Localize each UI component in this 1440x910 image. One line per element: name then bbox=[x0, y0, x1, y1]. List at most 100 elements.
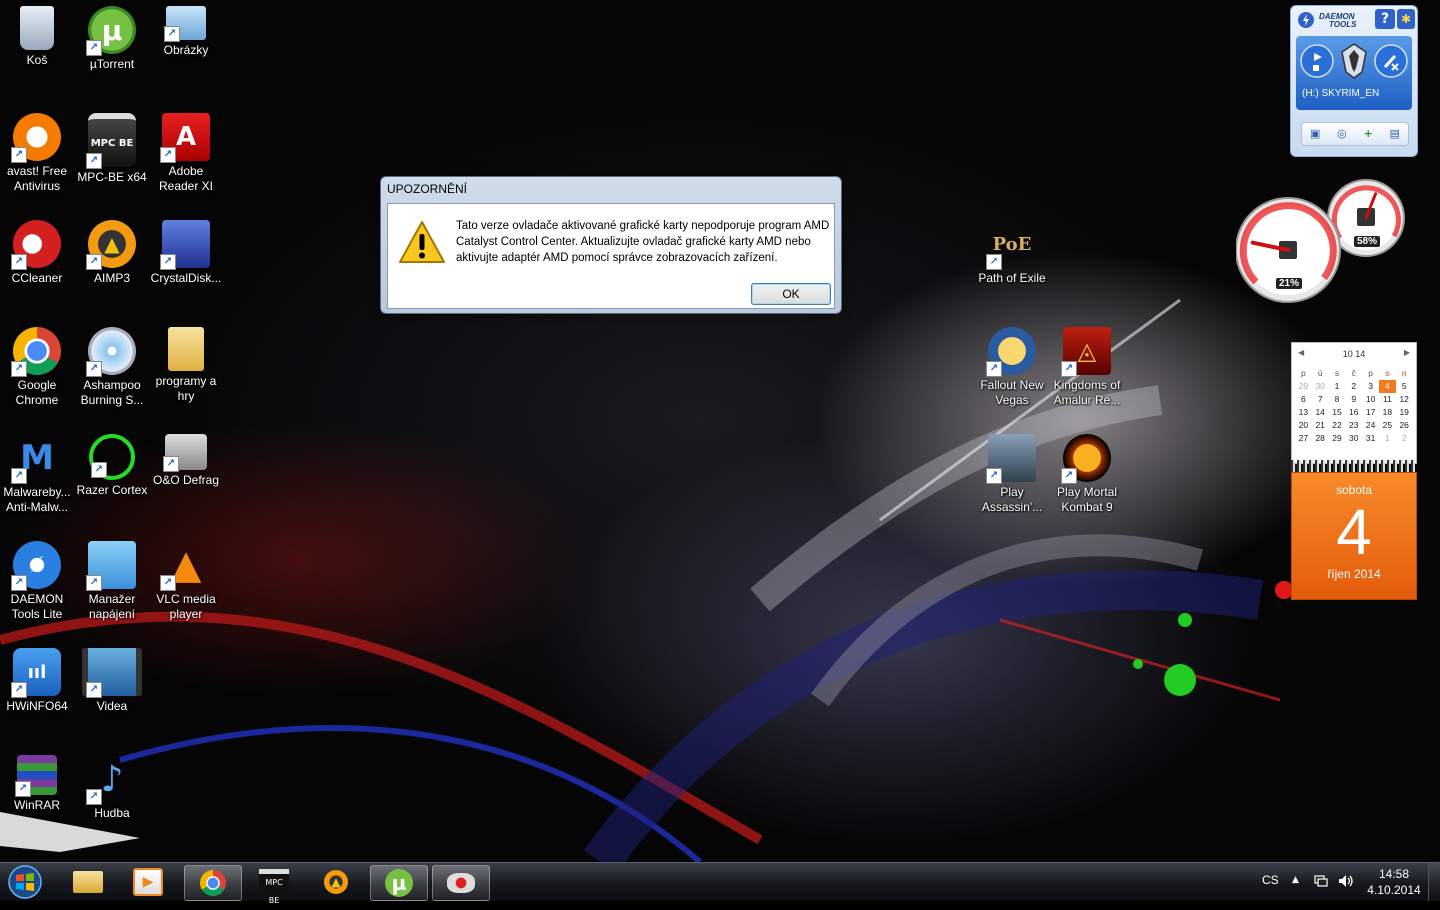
taskbar-clock[interactable]: 14:58 4.10.2014 bbox=[1366, 866, 1422, 898]
desktop-icon-hudba[interactable]: ♪ ↗ Hudba bbox=[75, 755, 149, 821]
calendar-day[interactable]: 18 bbox=[1379, 406, 1396, 419]
calendar-day[interactable]: 28 bbox=[1312, 432, 1329, 445]
add-drive-icon[interactable]: + bbox=[1361, 127, 1375, 141]
calendar-day[interactable]: 1 bbox=[1329, 380, 1346, 393]
desktop-icon-programy-a-hry[interactable]: programy a hry bbox=[149, 327, 223, 404]
start-button-windows-icon[interactable] bbox=[2, 864, 48, 900]
shortcut-arrow-icon: ↗ bbox=[91, 462, 107, 478]
desktop-icon-assassins-creed[interactable]: ↗ Play Assassin'... bbox=[975, 434, 1049, 515]
taskbar-aimp3[interactable]: ▲ bbox=[308, 865, 364, 899]
taskbar-explorer[interactable] bbox=[60, 865, 116, 899]
show-desktop-button[interactable] bbox=[1428, 863, 1440, 901]
calendar-day[interactable]: 22 bbox=[1329, 419, 1346, 432]
next-month-icon[interactable]: ▶ bbox=[1404, 348, 1410, 357]
calendar-day[interactable]: 29 bbox=[1329, 432, 1346, 445]
show-hidden-icons-arrow[interactable]: ▲ bbox=[1292, 875, 1299, 885]
calendar-day[interactable]: 16 bbox=[1345, 406, 1362, 419]
calendar-day[interactable]: 17 bbox=[1362, 406, 1379, 419]
play-eject-icon[interactable] bbox=[1300, 44, 1334, 78]
calendar-day[interactable]: 3 bbox=[1362, 380, 1379, 393]
desktop-icon-obrazky[interactable]: ↗ Obrázky bbox=[149, 6, 223, 58]
shortcut-arrow-icon: ↗ bbox=[11, 254, 27, 270]
calendar-day[interactable]: 15 bbox=[1329, 406, 1346, 419]
icon-label: Path of Exile bbox=[978, 271, 1046, 285]
calendar-day[interactable]: 26 bbox=[1396, 419, 1413, 432]
desktop-icon-adobe-reader[interactable]: A ↗ Adobe Reader XI bbox=[149, 113, 223, 194]
shortcut-arrow-icon: ↗ bbox=[160, 254, 176, 270]
calendar-day[interactable]: 20 bbox=[1295, 419, 1312, 432]
calendar-day[interactable]: 25 bbox=[1379, 419, 1396, 432]
ok-button[interactable]: OK bbox=[751, 283, 831, 305]
calendar-day[interactable]: 1 bbox=[1379, 432, 1396, 445]
desktop-icon-kingdoms-of-amalur[interactable]: ◬ ↗ Kingdoms of Amalur Re... bbox=[1050, 327, 1124, 408]
desktop-icon-oo-defrag[interactable]: ↗ O&O Defrag bbox=[149, 434, 223, 488]
shortcut-arrow-icon: ↗ bbox=[164, 26, 180, 42]
desktop-icon-mortal-kombat-9[interactable]: ↗ Play Mortal Kombat 9 bbox=[1050, 434, 1124, 515]
desktop-icon-recycle-bin[interactable]: Koš bbox=[0, 6, 74, 68]
desktop-icon-daemon-tools[interactable]: ⚡ ↗ DAEMON Tools Lite bbox=[0, 541, 74, 622]
calendar-gadget: ◀ 10 14 ▶ p ú s č p s n 29 30 1 2 3 4 5 6 7 8 9 10 11 12 13 14… bbox=[1291, 342, 1417, 600]
taskbar-media-player[interactable]: ▶ bbox=[120, 865, 176, 899]
calendar-day[interactable]: 6 bbox=[1295, 393, 1312, 406]
taskbar-razer-cortex[interactable] bbox=[432, 865, 490, 901]
icon-label: Obrázky bbox=[163, 43, 209, 57]
calendar-day-view[interactable]: sobota 4 říjen 2014 bbox=[1291, 472, 1417, 600]
desktop-icon-avast[interactable]: ↗ avast! Free Antivirus bbox=[0, 113, 74, 194]
calendar-day[interactable]: 19 bbox=[1396, 406, 1413, 419]
desktop-icon-google-chrome[interactable]: ↗ Google Chrome bbox=[0, 327, 74, 408]
calendar-day[interactable]: 13 bbox=[1295, 406, 1312, 419]
taskbar-chrome[interactable] bbox=[184, 865, 242, 901]
calendar-day[interactable]: 11 bbox=[1379, 393, 1396, 406]
calendar-day[interactable]: 23 bbox=[1345, 419, 1362, 432]
calendar-day[interactable]: 7 bbox=[1312, 393, 1329, 406]
desktop-icon-fallout-new-vegas[interactable]: ↗ Fallout New Vegas bbox=[975, 327, 1049, 408]
desktop-icon-ccleaner[interactable]: ↗ CCleaner bbox=[0, 220, 74, 286]
calendar-day-today[interactable]: 4 bbox=[1378, 380, 1396, 393]
drive-lock-icon[interactable]: ▤ bbox=[1388, 127, 1402, 141]
desktop-icon-winrar[interactable]: ↗ WinRAR bbox=[0, 755, 74, 813]
network-icon[interactable] bbox=[1314, 875, 1328, 887]
calendar-day[interactable]: 30 bbox=[1312, 380, 1329, 393]
desktop-icon-malwarebytes[interactable]: M ↗ Malwareby... Anti-Malw... bbox=[0, 434, 74, 515]
wrench-unmount-icon[interactable] bbox=[1374, 44, 1408, 78]
calendar-day[interactable]: 24 bbox=[1362, 419, 1379, 432]
calendar-day[interactable]: 14 bbox=[1312, 406, 1329, 419]
memory-usage-text: 58% bbox=[1354, 236, 1381, 247]
calendar-day[interactable]: 31 bbox=[1362, 432, 1379, 445]
desktop-icon-videa[interactable]: ↗ Videa bbox=[75, 648, 149, 714]
desktop-icon-vlc[interactable]: ▲ ↗ VLC media player bbox=[149, 541, 223, 622]
desktop-icon-path-of-exile[interactable]: PoE ↗ Path of Exile bbox=[975, 220, 1049, 286]
taskbar-mpc-be[interactable]: MPC BE bbox=[246, 865, 302, 905]
desktop-icon-utorrent[interactable]: µ ↗ µTorrent bbox=[75, 6, 149, 72]
image-catalog-icon[interactable]: ◎ bbox=[1335, 127, 1349, 141]
daemon-brand: DAEMON TOOLS bbox=[1319, 13, 1356, 29]
desktop-icon-aimp3[interactable]: ▲ ↗ AIMP3 bbox=[75, 220, 149, 286]
desktop-icon-mpc-be[interactable]: MPC BE ↗ MPC-BE x64 bbox=[75, 113, 149, 185]
calendar-day[interactable]: 8 bbox=[1329, 393, 1346, 406]
language-indicator[interactable]: CS bbox=[1262, 873, 1279, 887]
desktop-icon-ashampoo[interactable]: ↗ Ashampoo Burning S... bbox=[75, 327, 149, 408]
daemon-options-star-icon[interactable]: ✱ bbox=[1397, 9, 1415, 29]
daemon-help-button[interactable]: ? bbox=[1375, 9, 1395, 29]
desktop-icon-hwinfo64[interactable]: ııl ↗ HWiNFO64 bbox=[0, 648, 74, 714]
path-of-exile-icon: PoE ↗ bbox=[986, 220, 1036, 270]
calendar-day[interactable]: 12 bbox=[1396, 393, 1413, 406]
calendar-day[interactable]: 21 bbox=[1312, 419, 1329, 432]
warning-icon bbox=[399, 221, 445, 263]
calendar-day[interactable]: 29 bbox=[1295, 380, 1312, 393]
avast-icon: ↗ bbox=[11, 113, 61, 163]
calendar-day[interactable]: 27 bbox=[1295, 432, 1312, 445]
calendar-day[interactable]: 2 bbox=[1345, 380, 1362, 393]
volume-icon[interactable] bbox=[1338, 874, 1354, 888]
desktop-icon-razer-cortex[interactable]: ↗ Razer Cortex bbox=[75, 434, 149, 498]
calendar-day[interactable]: 9 bbox=[1345, 393, 1362, 406]
calendar-day[interactable]: 5 bbox=[1396, 380, 1413, 393]
desktop-icon-power-manager[interactable]: ↗ Manažer napájení bbox=[75, 541, 149, 622]
folder-lock-icon[interactable]: ▣ bbox=[1308, 127, 1322, 141]
daemon-tools-icon: ⚡ ↗ bbox=[11, 541, 61, 591]
calendar-day[interactable]: 30 bbox=[1345, 432, 1362, 445]
calendar-day[interactable]: 10 bbox=[1362, 393, 1379, 406]
calendar-day[interactable]: 2 bbox=[1396, 432, 1413, 445]
taskbar-utorrent[interactable]: µ bbox=[370, 865, 428, 901]
desktop-icon-crystaldisk[interactable]: ↗ CrystalDisk... bbox=[149, 220, 223, 286]
